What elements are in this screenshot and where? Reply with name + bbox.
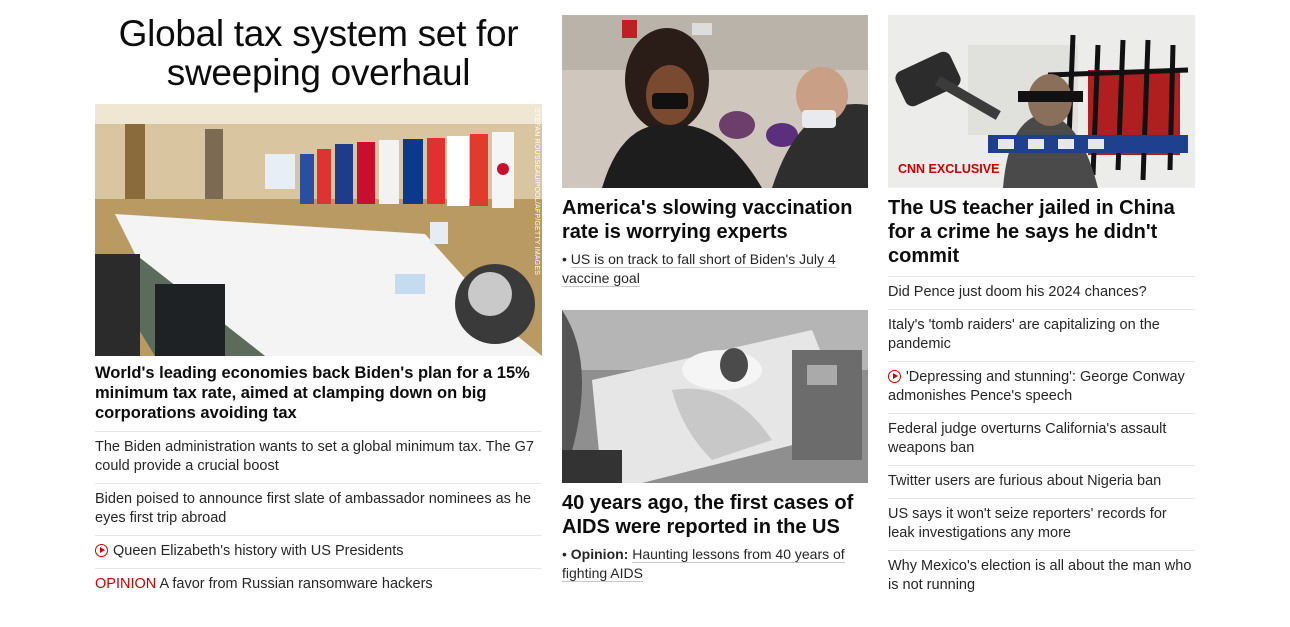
- link-text[interactable]: The Biden administration wants to set a …: [95, 439, 534, 474]
- right-related-links: Did Pence just doom his 2024 chances? It…: [888, 276, 1195, 602]
- lead-headline[interactable]: World's leading economies back Biden's p…: [95, 363, 542, 423]
- aids-patient-image[interactable]: [562, 310, 868, 483]
- play-icon: [95, 544, 108, 557]
- link-text[interactable]: Biden poised to announce first slate of …: [95, 491, 531, 526]
- bullet: •: [562, 251, 567, 267]
- list-item[interactable]: Queen Elizabeth's history with US Presid…: [95, 535, 542, 568]
- g7-meeting-image[interactable]: STEFAN ROUSSEAU/POOL/AFP/GETTY IMAGES: [95, 104, 542, 356]
- right-column: CNN EXCLUSIVE The US teacher jailed in C…: [888, 0, 1195, 602]
- teacher-china-image[interactable]: CNN EXCLUSIVE: [888, 15, 1195, 188]
- list-item[interactable]: Why Mexico's election is all about the m…: [888, 550, 1195, 602]
- teacher-headline[interactable]: The US teacher jailed in China for a cri…: [888, 196, 1195, 268]
- bullet: •: [562, 546, 567, 562]
- list-item[interactable]: Federal judge overturns California's ass…: [888, 413, 1195, 465]
- opinion-inline-label: Opinion:: [570, 546, 629, 562]
- link-text[interactable]: Queen Elizabeth's history with US Presid…: [113, 543, 404, 559]
- vaccination-sublink[interactable]: US is on track to fall short of Biden's …: [562, 251, 836, 287]
- lead-story-title[interactable]: Global tax system set for sweeping overh…: [95, 14, 542, 92]
- aids-headline[interactable]: 40 years ago, the first cases of AIDS we…: [562, 491, 868, 539]
- list-item[interactable]: OPINION A favor from Russian ransomware …: [95, 568, 542, 601]
- vaccination-subtext: • US is on track to fall short of Biden'…: [562, 250, 868, 288]
- link-text[interactable]: 'Depressing and stunning': George Conway…: [888, 369, 1185, 404]
- lead-related-links: The Biden administration wants to set a …: [95, 431, 542, 601]
- link-text[interactable]: US says it won't seize reporters' record…: [888, 506, 1167, 541]
- aids-subtext: • Opinion: Haunting lessons from 40 year…: [562, 545, 868, 583]
- vaccination-image[interactable]: [562, 15, 868, 188]
- link-text[interactable]: Why Mexico's election is all about the m…: [888, 558, 1191, 593]
- cnn-exclusive-badge: CNN EXCLUSIVE: [898, 162, 1000, 176]
- list-item[interactable]: 'Depressing and stunning': George Conway…: [888, 361, 1195, 413]
- list-item[interactable]: Italy's 'tomb raiders' are capitalizing …: [888, 309, 1195, 361]
- link-text[interactable]: Twitter users are furious about Nigeria …: [888, 473, 1161, 489]
- list-item[interactable]: Did Pence just doom his 2024 chances?: [888, 276, 1195, 309]
- list-item[interactable]: Twitter users are furious about Nigeria …: [888, 465, 1195, 498]
- link-text[interactable]: Federal judge overturns California's ass…: [888, 421, 1166, 456]
- lead-story-column: Global tax system set for sweeping overh…: [95, 0, 542, 601]
- vaccination-headline[interactable]: America's slowing vaccination rate is wo…: [562, 196, 868, 244]
- middle-column: America's slowing vaccination rate is wo…: [562, 0, 868, 583]
- list-item[interactable]: The Biden administration wants to set a …: [95, 431, 542, 483]
- link-text[interactable]: Did Pence just doom his 2024 chances?: [888, 284, 1147, 300]
- link-text[interactable]: A favor from Russian ransomware hackers: [159, 576, 432, 592]
- list-item[interactable]: US says it won't seize reporters' record…: [888, 498, 1195, 550]
- image-credit: STEFAN ROUSSEAU/POOL/AFP/GETTY IMAGES: [533, 108, 540, 276]
- play-icon: [888, 370, 901, 383]
- opinion-label: OPINION: [95, 576, 157, 592]
- link-text[interactable]: Italy's 'tomb raiders' are capitalizing …: [888, 317, 1160, 352]
- list-item[interactable]: Biden poised to announce first slate of …: [95, 483, 542, 535]
